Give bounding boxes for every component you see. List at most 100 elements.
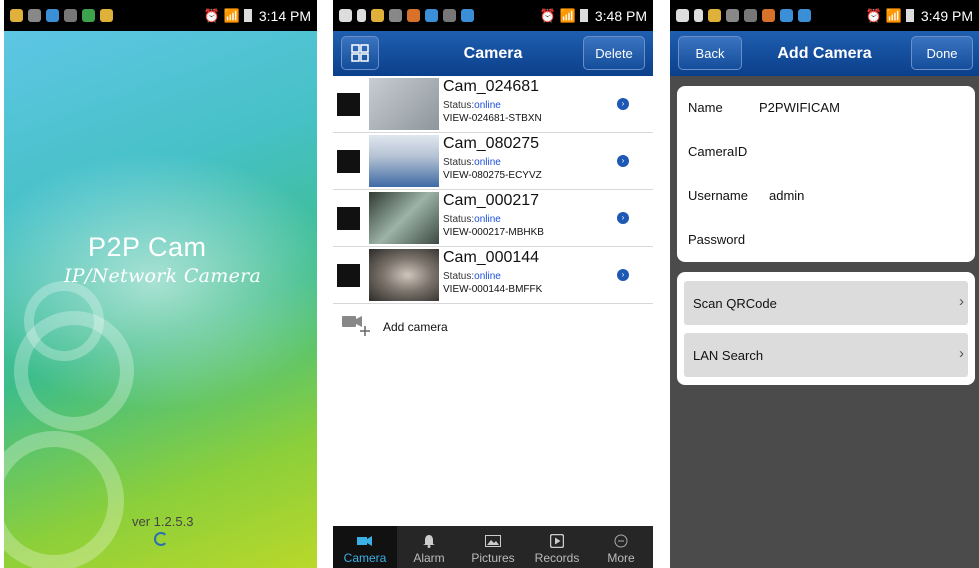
delete-button[interactable]: Delete xyxy=(583,36,645,70)
camera-uid: VIEW-080275-ECYVZ xyxy=(443,170,542,181)
camera-uid: VIEW-000144-BMFFK xyxy=(443,284,543,295)
camera-list: Cam_024681 Status:online VIEW-024681-STB… xyxy=(333,76,653,344)
tab-camera[interactable]: Camera xyxy=(333,526,397,568)
app-icon xyxy=(762,9,775,22)
wifi-icon: 📶 xyxy=(559,7,576,23)
android-icon xyxy=(82,9,95,22)
detail-arrow-icon[interactable]: › xyxy=(617,98,629,110)
status-bar: ⏰ 📶 3:49 PM xyxy=(670,0,979,31)
camera-row[interactable]: Cam_024681 Status:online VIEW-024681-STB… xyxy=(333,76,653,133)
add-camera-icon xyxy=(342,316,370,336)
select-checkbox[interactable] xyxy=(337,150,360,173)
camera-status: Status:online xyxy=(443,214,501,225)
tab-alarm[interactable]: Alarm xyxy=(397,526,461,568)
image-icon xyxy=(485,534,501,548)
app-icon xyxy=(780,9,793,22)
status-bar: ⏰ 📶 3:14 PM xyxy=(4,0,317,31)
camera-row[interactable]: Cam_080275 Status:online VIEW-080275-ECY… xyxy=(333,133,653,190)
page-title: Add Camera xyxy=(777,44,872,62)
app-icon xyxy=(46,9,59,22)
more-icon xyxy=(613,534,629,548)
voicemail-icon xyxy=(389,9,402,22)
gallery-icon xyxy=(64,9,77,22)
camera-list-screen: ⏰ 📶 3:48 PM Camera Delete Cam_024681 Sta… xyxy=(333,0,653,568)
app-icon xyxy=(407,9,420,22)
scan-qrcode-button[interactable]: Scan QRCode › xyxy=(684,281,968,325)
add-camera-row[interactable]: Add camera xyxy=(333,304,653,344)
app-icon xyxy=(798,9,811,22)
header-bar: Back Add Camera Done xyxy=(670,31,979,76)
app-icon xyxy=(708,9,721,22)
detail-arrow-icon[interactable]: › xyxy=(617,155,629,167)
wifi-icon: 📶 xyxy=(885,7,902,23)
camera-uid: VIEW-000217-MBHKB xyxy=(443,227,544,238)
username-field[interactable]: Username admin xyxy=(677,174,975,218)
chevron-right-icon: › xyxy=(959,293,964,310)
select-checkbox[interactable] xyxy=(337,207,360,230)
clock: 3:14 PM xyxy=(258,7,311,24)
add-camera-screen: ⏰ 📶 3:49 PM Back Add Camera Done Name P2… xyxy=(670,0,979,568)
notification-icon xyxy=(676,9,689,22)
camera-uid: VIEW-024681-STBXN xyxy=(443,113,542,124)
camera-thumbnail[interactable] xyxy=(369,192,439,244)
camera-thumbnail[interactable] xyxy=(369,78,439,130)
select-checkbox[interactable] xyxy=(337,93,360,116)
camera-name: Cam_000217 xyxy=(443,192,540,209)
loading-spinner-icon xyxy=(154,532,168,546)
status-bar: ⏰ 📶 3:48 PM xyxy=(333,0,653,31)
username-input[interactable]: admin xyxy=(769,188,804,203)
camera-row[interactable]: Cam_000144 Status:online VIEW-000144-BMF… xyxy=(333,247,653,304)
camera-status: Status:online xyxy=(443,100,501,111)
name-input[interactable]: P2PWIFICAM xyxy=(759,100,840,115)
camera-id-field[interactable]: CameraID xyxy=(677,130,975,174)
camera-watermark-icon xyxy=(4,431,124,568)
play-icon xyxy=(549,534,565,548)
gallery-icon xyxy=(744,9,757,22)
battery-icon xyxy=(905,9,914,22)
grid-icon xyxy=(351,44,369,62)
back-button[interactable]: Back xyxy=(678,36,742,70)
notification-icon xyxy=(10,9,23,22)
grid-view-button[interactable] xyxy=(341,36,379,70)
lan-search-button[interactable]: LAN Search › xyxy=(684,333,968,377)
camera-form: Name P2PWIFICAM CameraID Username admin … xyxy=(677,86,975,262)
camera-status: Status:online xyxy=(443,271,501,282)
app-subtitle: IP/Network Camera xyxy=(64,265,262,287)
gallery-icon xyxy=(443,9,456,22)
camera-status: Status:online xyxy=(443,157,501,168)
camera-name: Cam_000144 xyxy=(443,249,540,266)
splash-screen: ⏰ 📶 3:14 PM P2P Cam IP/Network Camera ve… xyxy=(4,0,317,568)
wifi-icon: 📶 xyxy=(223,7,240,23)
voicemail-icon xyxy=(726,9,739,22)
tab-more[interactable]: More xyxy=(589,526,653,568)
battery-icon xyxy=(579,9,588,22)
tab-pictures[interactable]: Pictures xyxy=(461,526,525,568)
camera-row[interactable]: Cam_000217 Status:online VIEW-000217-MBH… xyxy=(333,190,653,247)
clock: 3:48 PM xyxy=(594,7,647,24)
name-field[interactable]: Name P2PWIFICAM xyxy=(677,86,975,130)
camera-name: Cam_024681 xyxy=(443,78,540,95)
add-camera-label: Add camera xyxy=(383,320,448,334)
chevron-right-icon: › xyxy=(959,345,964,362)
alarm-icon: ⏰ xyxy=(203,7,220,23)
done-button[interactable]: Done xyxy=(911,36,973,70)
camera-name: Cam_080275 xyxy=(443,135,540,152)
app-icon xyxy=(425,9,438,22)
bell-icon xyxy=(421,534,437,548)
usb-icon xyxy=(357,9,366,22)
bottom-tab-bar: Camera Alarm Pictures Records More xyxy=(333,526,653,568)
detail-arrow-icon[interactable]: › xyxy=(617,212,629,224)
detail-arrow-icon[interactable]: › xyxy=(617,269,629,281)
clock: 3:49 PM xyxy=(920,7,973,24)
tab-records[interactable]: Records xyxy=(525,526,589,568)
page-title: Camera xyxy=(463,44,523,62)
version-label: ver 1.2.5.3 xyxy=(132,514,194,529)
select-checkbox[interactable] xyxy=(337,264,360,287)
video-camera-icon xyxy=(357,534,373,548)
camera-thumbnail[interactable] xyxy=(369,135,439,187)
camera-thumbnail[interactable] xyxy=(369,249,439,301)
voicemail-icon xyxy=(28,9,41,22)
app-icon xyxy=(371,9,384,22)
notification-icon xyxy=(339,9,352,22)
password-field[interactable]: Password xyxy=(677,218,975,262)
